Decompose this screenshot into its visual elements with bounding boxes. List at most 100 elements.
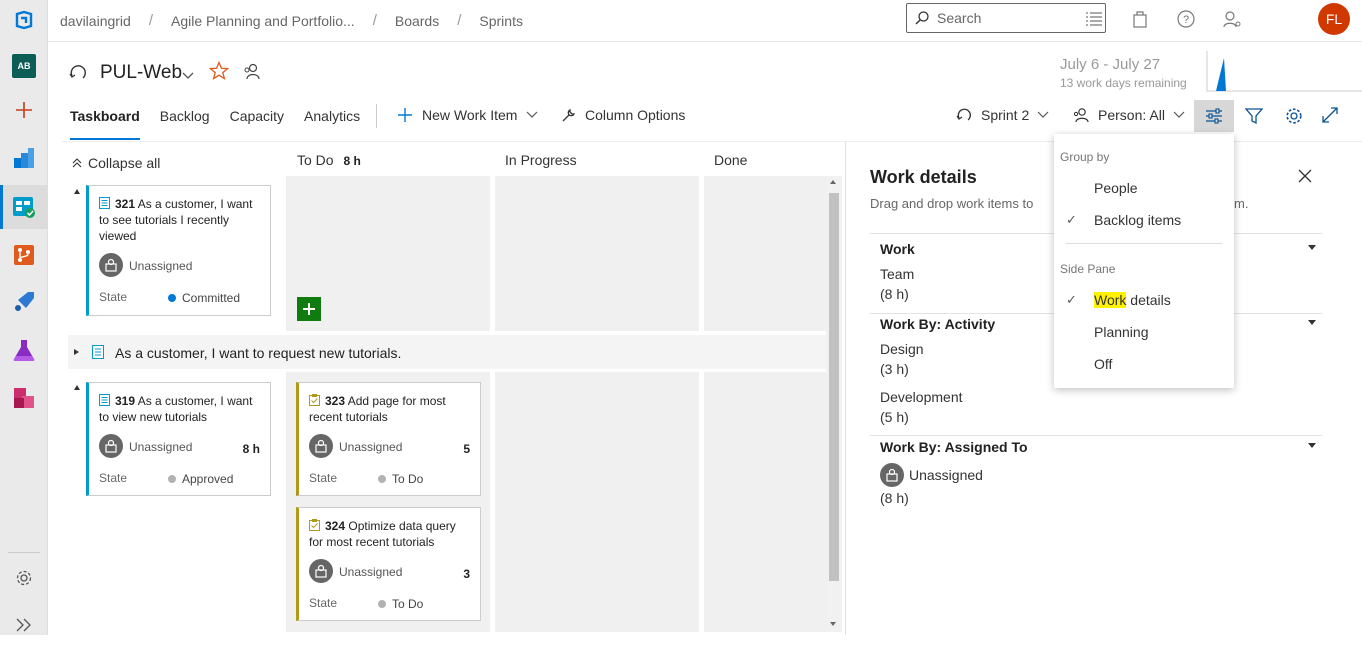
help-icon[interactable]: ? <box>1176 9 1196 29</box>
favorite-star-icon[interactable] <box>208 60 230 84</box>
menu-item-work-details[interactable]: Work details <box>1094 292 1171 308</box>
azure-devops-icon <box>15 10 33 30</box>
card-state-label: State <box>99 290 128 304</box>
project-settings-icon[interactable] <box>0 558 48 598</box>
boards-icon[interactable] <box>0 185 48 229</box>
expand-rail-icon[interactable] <box>0 605 48 645</box>
scroll-up-arrow[interactable] <box>830 180 836 184</box>
person-filter[interactable]: Person: All <box>1073 107 1185 123</box>
pane-description-start: Drag and drop work items to <box>870 196 1034 211</box>
cell-done-row3 <box>704 372 826 632</box>
view-options-menu: Group by People ✓ Backlog items Side Pan… <box>1054 134 1234 388</box>
section-work-heading[interactable]: Work <box>880 241 915 257</box>
highlighted-text: Work <box>1094 292 1127 308</box>
top-bar: davilaingrid / Agile Planning and Portfo… <box>48 0 1362 42</box>
menu-item-off[interactable]: Off <box>1094 356 1112 372</box>
breadcrumb: davilaingrid / Agile Planning and Portfo… <box>60 12 523 29</box>
collapsed-row-title[interactable]: As a customer, I want to request new tut… <box>115 345 401 361</box>
repos-icon[interactable] <box>0 235 48 275</box>
assigned-unassigned-label[interactable]: Unassigned <box>909 467 983 483</box>
assigned-unassigned-value: (8 h) <box>880 490 909 506</box>
fullscreen-icon[interactable] <box>1322 107 1338 126</box>
column-options-button[interactable]: Column Options <box>561 107 685 123</box>
section-activity-heading[interactable]: Work By: Activity <box>880 316 995 332</box>
avatar[interactable] <box>309 434 333 458</box>
search-input[interactable]: Search <box>906 3 1106 33</box>
chevron-down-icon[interactable] <box>182 67 194 83</box>
filter-icon[interactable] <box>1244 107 1264 128</box>
team-title[interactable]: PUL-Web <box>100 62 182 84</box>
menu-item-planning[interactable]: Planning <box>1094 324 1149 340</box>
sprint-picker[interactable]: Sprint 2 <box>956 107 1049 123</box>
backlog-card-319[interactable]: 319 As a customer, I want to view new tu… <box>86 382 271 496</box>
tab-analytics[interactable]: Analytics <box>304 108 360 134</box>
collapse-all-button[interactable]: Collapse all <box>72 155 160 171</box>
pipelines-icon[interactable] <box>0 282 48 322</box>
card-assignee[interactable]: Unassigned <box>129 259 192 273</box>
test-plans-icon[interactable] <box>0 330 48 370</box>
task-card-324[interactable]: 324 Optimize data query for most recent … <box>296 507 481 621</box>
section-collapse-icon[interactable] <box>1308 443 1316 448</box>
org-avatar[interactable]: AB <box>0 46 48 86</box>
wrench-icon <box>562 108 576 122</box>
tab-backlog[interactable]: Backlog <box>160 108 210 134</box>
breadcrumb-page[interactable]: Sprints <box>479 13 523 29</box>
breadcrumb-project[interactable]: Agile Planning and Portfolio... <box>171 13 355 29</box>
section-collapse-icon[interactable] <box>1308 245 1316 250</box>
unassigned-person-icon <box>315 439 327 453</box>
artifacts-icon[interactable] <box>0 378 48 418</box>
row-collapse-toggle[interactable] <box>74 189 80 194</box>
breadcrumb-hub[interactable]: Boards <box>395 13 439 29</box>
card-assignee[interactable]: Unassigned <box>339 440 402 454</box>
sprint-days-remaining: 13 work days remaining <box>1060 76 1187 90</box>
card-state[interactable]: Committed <box>168 291 240 305</box>
avatar[interactable] <box>880 463 904 487</box>
menu-item-backlog-items[interactable]: Backlog items <box>1094 212 1181 228</box>
azure-devops-logo[interactable] <box>0 0 48 40</box>
card-assignee[interactable]: Unassigned <box>129 440 192 454</box>
team-members-icon[interactable] <box>243 62 261 83</box>
add-task-button[interactable] <box>297 297 321 321</box>
state-dot <box>378 475 386 483</box>
add-icon[interactable] <box>0 90 48 130</box>
checkmark-icon: ✓ <box>1066 292 1077 307</box>
row-expand-toggle[interactable] <box>74 349 79 355</box>
scrollbar-thumb[interactable] <box>829 193 839 581</box>
avatar[interactable] <box>309 559 333 583</box>
new-work-item-label: New Work Item <box>422 107 518 123</box>
section-collapse-icon[interactable] <box>1308 320 1316 325</box>
card-state[interactable]: To Do <box>378 472 423 486</box>
new-work-item-button[interactable]: New Work Item <box>397 107 538 123</box>
user-settings-icon[interactable] <box>1222 9 1242 29</box>
overview-icon[interactable] <box>0 138 48 178</box>
backlog-card-321[interactable]: 321 As a customer, I want to see tutoria… <box>86 185 271 316</box>
card-remaining-work[interactable]: 8 h <box>243 442 260 456</box>
card-remaining-work[interactable]: 3 <box>463 567 470 581</box>
tab-taskboard[interactable]: Taskboard <box>70 108 140 140</box>
avatar[interactable] <box>99 434 123 458</box>
search-placeholder: Search <box>937 10 982 26</box>
burndown-sparkline[interactable] <box>1206 50 1362 95</box>
scroll-down-arrow[interactable] <box>830 622 836 626</box>
view-options-button[interactable] <box>1194 100 1234 132</box>
card-remaining-work[interactable]: 5 <box>463 442 470 456</box>
close-icon[interactable] <box>1298 169 1312 186</box>
gear-icon[interactable] <box>1285 107 1303 128</box>
avatar[interactable] <box>99 253 123 277</box>
menu-item-people[interactable]: People <box>1094 180 1138 196</box>
unassigned-person-icon <box>886 468 898 482</box>
card-state[interactable]: Approved <box>168 472 233 486</box>
settings-list-icon[interactable] <box>1084 9 1104 29</box>
card-state[interactable]: To Do <box>378 597 423 611</box>
breadcrumb-org[interactable]: davilaingrid <box>60 13 131 29</box>
tab-capacity[interactable]: Capacity <box>230 108 284 134</box>
task-clipboard-icon <box>309 394 320 406</box>
user-avatar[interactable]: FL <box>1318 3 1350 35</box>
card-id: 319 <box>115 394 136 408</box>
row-collapse-toggle[interactable] <box>74 385 80 390</box>
marketplace-bag-icon[interactable] <box>1130 9 1150 29</box>
menu-divider <box>1066 243 1222 244</box>
section-assigned-heading[interactable]: Work By: Assigned To <box>880 439 1028 455</box>
task-card-323[interactable]: 323 Add page for most recent tutorials U… <box>296 382 481 496</box>
card-assignee[interactable]: Unassigned <box>339 565 402 579</box>
